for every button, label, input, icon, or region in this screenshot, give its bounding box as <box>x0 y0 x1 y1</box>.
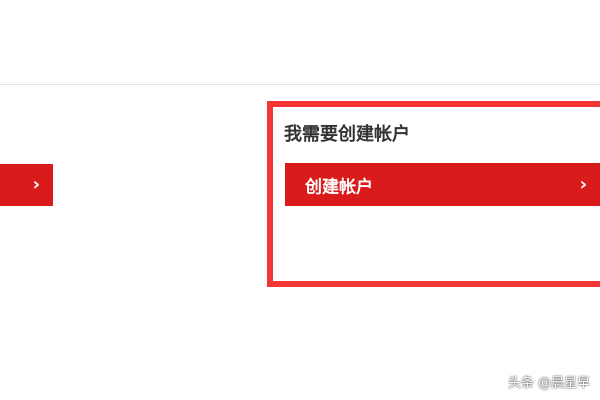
chevron-right-icon: › <box>32 174 40 195</box>
create-account-button-label: 创建帐户 <box>305 177 373 197</box>
top-divider <box>0 84 600 85</box>
watermark: 头条 @晨星早 <box>507 376 590 391</box>
chevron-right-icon: › <box>579 173 587 195</box>
section-heading: 我需要创建帐户 <box>284 124 410 145</box>
left-partial-button[interactable]: › <box>0 164 53 206</box>
create-account-button[interactable]: 创建帐户 › <box>285 163 600 206</box>
